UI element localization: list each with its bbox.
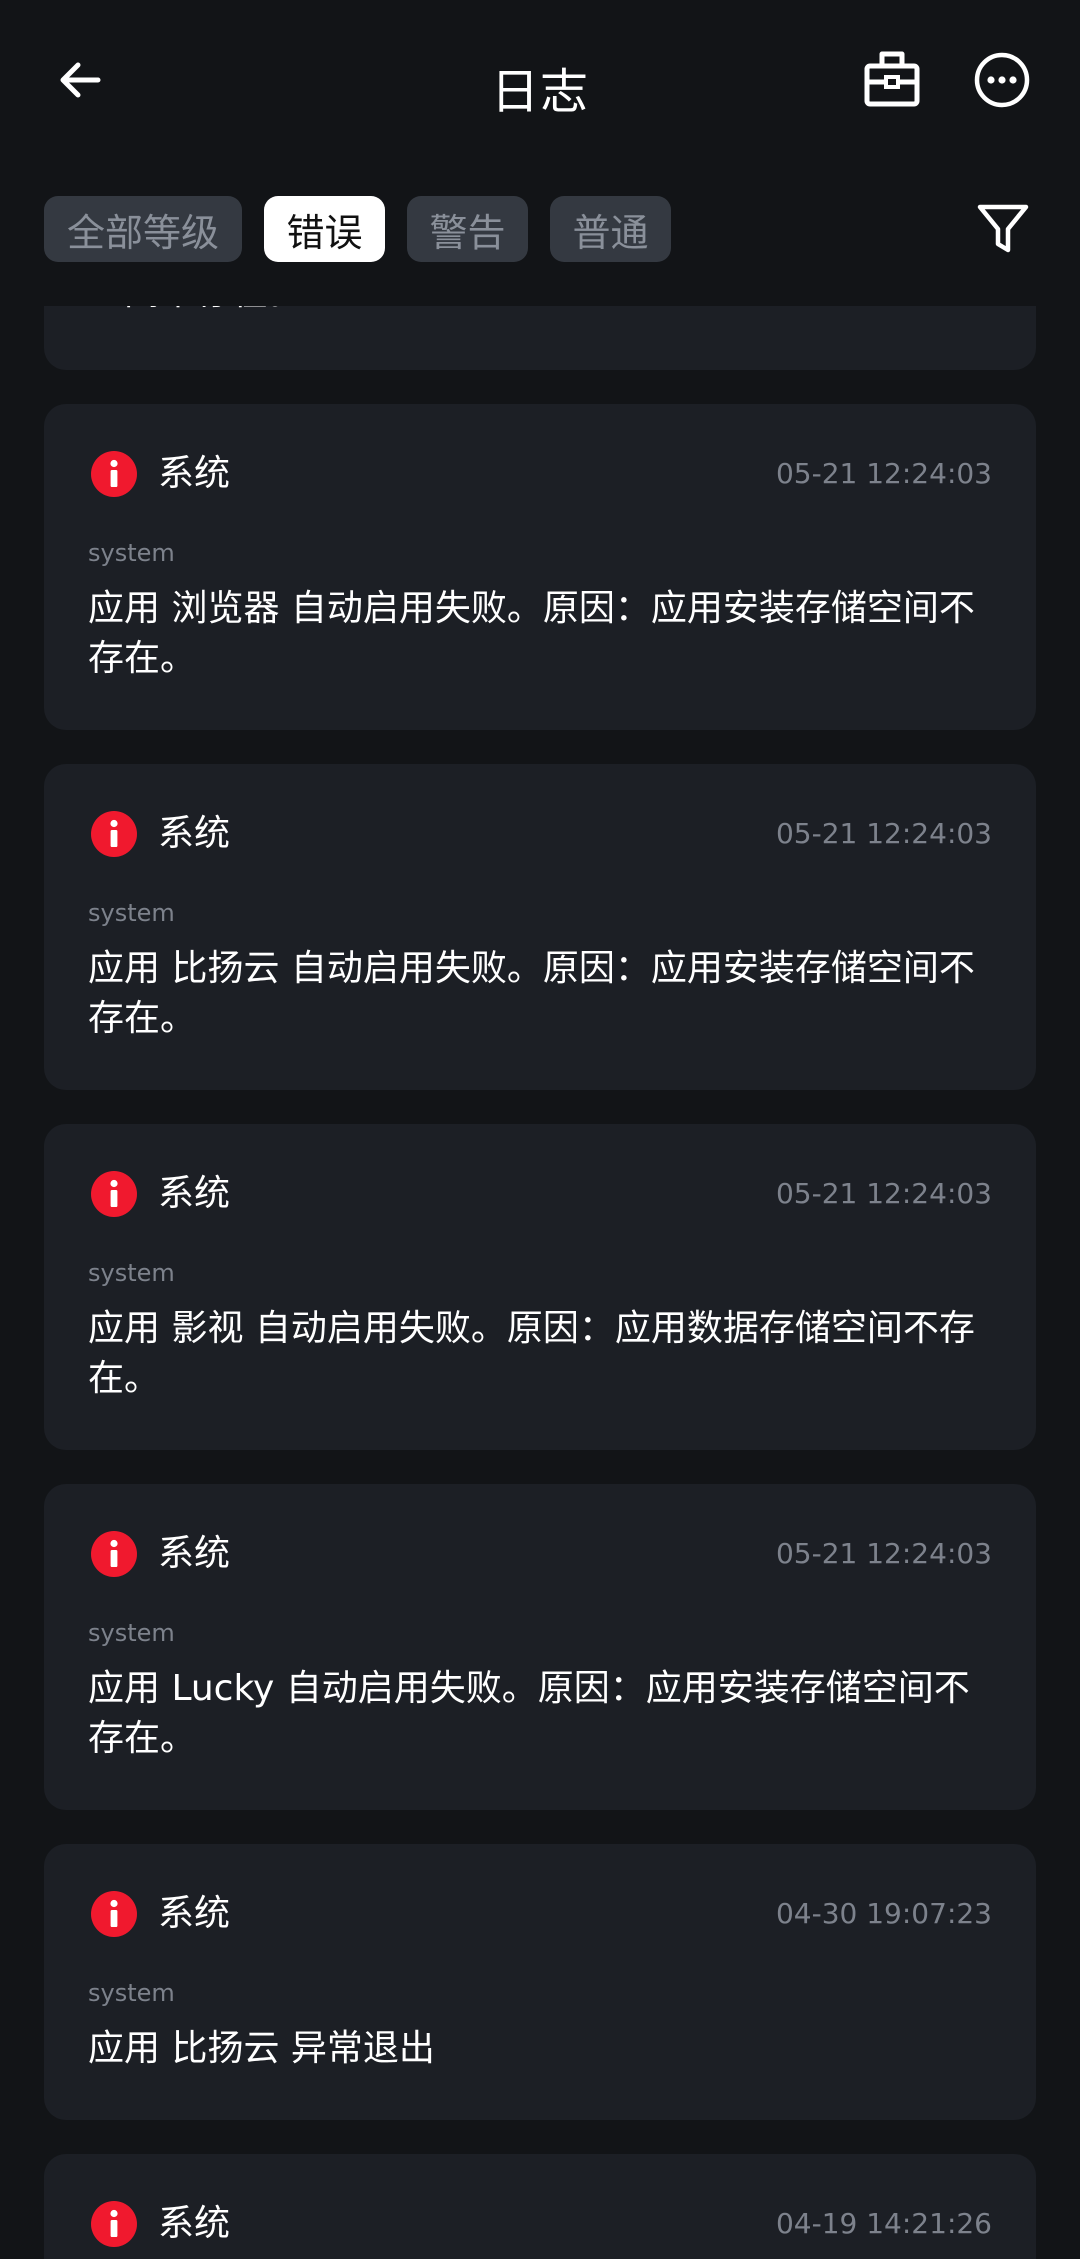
log-tag: system bbox=[88, 1619, 175, 1647]
top-app-bar: 日志 bbox=[0, 0, 1080, 160]
log-source: 系统 bbox=[158, 2203, 231, 2244]
log-source: 系统 bbox=[158, 1893, 231, 1934]
log-card[interactable]: 系统 05-21 12:24:03 system 应用 影视 自动启用失败。原因… bbox=[44, 1124, 1036, 1450]
log-card[interactable]: 系统 05-21 12:24:03 system 应用 Lucky 自动启用失败… bbox=[44, 1484, 1036, 1810]
log-time: 05-21 12:24:03 bbox=[775, 1537, 992, 1570]
log-list[interactable]: 空间不存在。 系统 05-21 12:24:03 system 应用 浏览器 自… bbox=[0, 0, 1080, 2259]
log-time: 04-19 14:21:26 bbox=[775, 2207, 992, 2240]
filter-chip-normal[interactable]: 普通 bbox=[550, 196, 671, 262]
store-icon bbox=[864, 51, 920, 107]
more-horizontal-icon bbox=[974, 52, 1030, 108]
log-message: 应用 浏览器 自动启用失败。原因：应用安装存储空间不存在。 bbox=[88, 588, 975, 679]
log-message: 应用 比扬云 自动启用失败。原因：应用安装存储空间不存在。 bbox=[88, 948, 975, 1039]
log-tag: system bbox=[88, 1979, 175, 2007]
log-message: 应用 比扬云 异常退出 bbox=[88, 2028, 435, 2069]
level-filter-bar: 全部等级 错误 警告 普通 bbox=[0, 160, 1080, 306]
log-screen: 空间不存在。 系统 05-21 12:24:03 system 应用 浏览器 自… bbox=[0, 0, 1080, 2259]
filter-button[interactable] bbox=[962, 188, 1044, 270]
store-button[interactable] bbox=[852, 40, 932, 120]
filter-chip-all-levels[interactable]: 全部等级 bbox=[44, 196, 242, 262]
log-source: 系统 bbox=[158, 1173, 231, 1214]
filter-chip-error[interactable]: 错误 bbox=[264, 196, 385, 262]
error-icon bbox=[91, 451, 137, 497]
log-tag: system bbox=[88, 899, 175, 927]
log-time: 05-21 12:24:03 bbox=[775, 1177, 992, 1210]
log-source: 系统 bbox=[158, 453, 231, 494]
log-time: 05-21 12:24:03 bbox=[775, 457, 992, 490]
error-icon bbox=[91, 1891, 137, 1937]
log-tag: system bbox=[88, 539, 175, 567]
more-button[interactable] bbox=[962, 40, 1042, 120]
error-icon bbox=[91, 811, 137, 857]
log-source: 系统 bbox=[158, 1533, 231, 1574]
log-time: 04-30 19:07:23 bbox=[775, 1897, 992, 1930]
log-source: 系统 bbox=[158, 813, 231, 854]
error-icon bbox=[91, 2201, 137, 2247]
log-card[interactable]: 系统 05-21 12:24:03 system 应用 浏览器 自动启用失败。原… bbox=[44, 404, 1036, 730]
error-icon bbox=[91, 1531, 137, 1577]
funnel-icon bbox=[977, 204, 1029, 253]
log-card[interactable]: 系统 05-21 12:24:03 system 应用 比扬云 自动启用失败。原… bbox=[44, 764, 1036, 1090]
log-time: 05-21 12:24:03 bbox=[775, 817, 992, 850]
log-card[interactable]: 系统 04-19 14:21:26 bbox=[44, 2154, 1036, 2259]
log-card[interactable]: 系统 04-30 19:07:23 system 应用 比扬云 异常退出 bbox=[44, 1844, 1036, 2120]
error-icon bbox=[91, 1171, 137, 1217]
log-message: 应用 影视 自动启用失败。原因：应用数据存储空间不存在。 bbox=[88, 1308, 975, 1399]
filter-chip-warning[interactable]: 警告 bbox=[407, 196, 528, 262]
log-message: 应用 Lucky 自动启用失败。原因：应用安装存储空间不存在。 bbox=[88, 1668, 970, 1759]
log-tag: system bbox=[88, 1259, 175, 1287]
